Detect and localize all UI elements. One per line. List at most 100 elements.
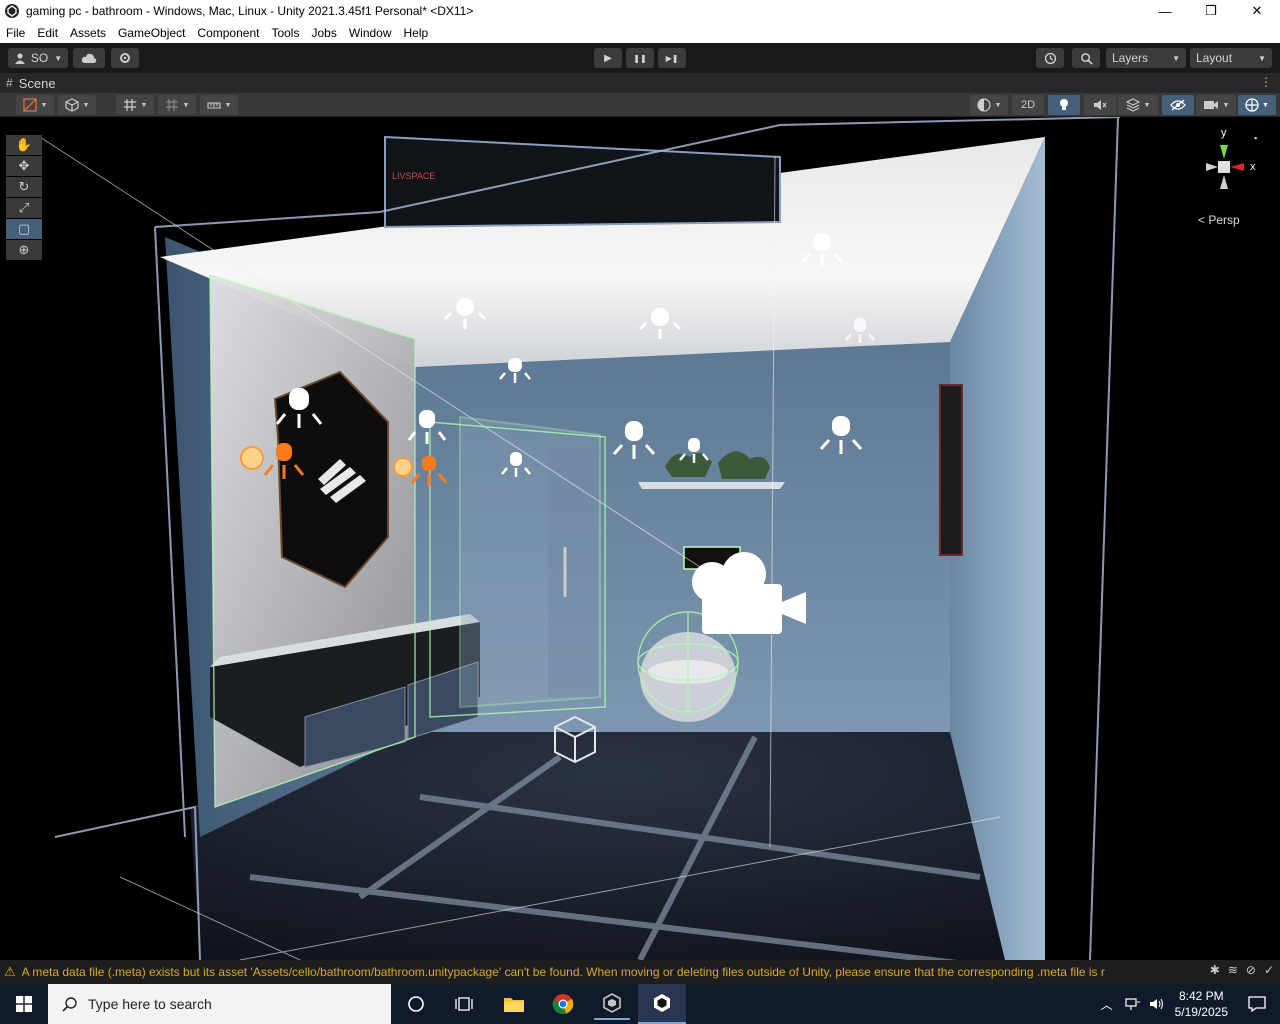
scene-tab-bar: # Scene ⋮: [0, 73, 1280, 93]
step-button[interactable]: ▶❚: [658, 48, 686, 68]
layers-label: Layers: [1112, 51, 1149, 65]
gizmo-x-label: x: [1250, 161, 1256, 173]
camera-settings-dropdown[interactable]: ▼: [1196, 95, 1236, 115]
gizmos-dropdown[interactable]: ▼: [1238, 95, 1276, 115]
cube-icon: [64, 98, 79, 112]
collab-button[interactable]: [111, 48, 139, 68]
scene-visibility-toggle[interactable]: [1162, 95, 1194, 115]
toggle-2d-button[interactable]: 2D: [1012, 95, 1044, 115]
windows-logo-icon: [16, 996, 32, 1012]
pause-button[interactable]: ❚❚: [626, 48, 654, 68]
menu-gameobject[interactable]: GameObject: [112, 26, 191, 40]
chevron-down-icon: ▼: [82, 101, 90, 109]
move-tool[interactable]: ✥: [6, 156, 42, 176]
render-mode-dropdown[interactable]: ▼: [970, 95, 1008, 115]
menu-tools[interactable]: Tools: [265, 26, 305, 40]
gizmo-y-label: y: [1221, 127, 1227, 139]
layout-dropdown[interactable]: Layout ▼: [1190, 48, 1272, 68]
draw-mode-dropdown[interactable]: ▼: [16, 95, 54, 115]
ruler-snap-dropdown[interactable]: ▼: [200, 95, 238, 115]
menu-edit[interactable]: Edit: [31, 26, 64, 40]
menu-assets[interactable]: Assets: [64, 26, 112, 40]
chevron-down-icon: ▼: [182, 101, 190, 109]
menu-jobs[interactable]: Jobs: [305, 26, 342, 40]
taskbar-search-box[interactable]: Type here to search: [48, 984, 391, 1024]
rotate-tool[interactable]: ↻: [6, 177, 42, 197]
chrome-button[interactable]: [545, 988, 581, 1020]
lighting-toggle[interactable]: [1048, 95, 1080, 115]
effects-dropdown[interactable]: ▼: [1118, 95, 1158, 115]
chevron-down-icon: ▼: [1172, 53, 1180, 63]
main-toolbar: SO ▼ ▶ ❚❚ ▶❚ Layers ▼ Layout ▼: [0, 43, 1280, 73]
unity-editor-button[interactable]: [638, 984, 686, 1024]
start-button[interactable]: [0, 984, 48, 1024]
close-button[interactable]: ✕: [1234, 0, 1280, 22]
menu-component[interactable]: Component: [191, 26, 265, 40]
chevron-down-icon: ▼: [140, 101, 148, 109]
cortana-circle-icon: [408, 996, 424, 1012]
status-message: A meta data file (.meta) exists but its …: [21, 965, 1105, 979]
transform-tool[interactable]: ⊕: [6, 240, 42, 260]
cortana-button[interactable]: [400, 992, 432, 1016]
folder-icon: [504, 998, 524, 1012]
chevron-down-icon: ▼: [1258, 53, 1266, 63]
minimize-button[interactable]: —: [1142, 0, 1188, 22]
file-explorer-button[interactable]: [496, 988, 532, 1020]
speaker-muted-icon: [1094, 100, 1107, 110]
tab-options-icon[interactable]: ⋮: [1260, 75, 1272, 89]
grid-snap-dropdown[interactable]: ▼: [116, 95, 154, 115]
task-view-button[interactable]: [448, 992, 480, 1016]
maximize-button[interactable]: ❒: [1188, 0, 1234, 22]
layers-dropdown[interactable]: Layers ▼: [1106, 48, 1186, 68]
orientation-gizmo[interactable]: y x ▪: [1192, 127, 1272, 217]
account-dropdown[interactable]: SO ▼: [8, 48, 68, 68]
search-placeholder: Type here to search: [88, 996, 212, 1012]
chevron-down-icon: ▼: [1143, 101, 1151, 109]
chevron-down-icon: ▼: [1262, 101, 1269, 109]
check-icon[interactable]: ✓: [1264, 963, 1274, 977]
projection-toggle[interactable]: < Persp: [1198, 213, 1240, 227]
lock-icon[interactable]: ▪: [1254, 133, 1257, 143]
network-icon[interactable]: [1125, 997, 1141, 1011]
cloud-icon: [81, 53, 97, 63]
warning-icon: ⚠: [4, 964, 16, 979]
chevron-up-icon[interactable]: ︿: [1101, 996, 1113, 1013]
gear-icon: [120, 53, 130, 63]
notifications-icon[interactable]: [1248, 996, 1266, 1012]
sign-text: LIVSPACE: [392, 171, 435, 181]
window-frame: [384, 135, 781, 229]
menu-window[interactable]: Window: [343, 26, 398, 40]
chevron-down-icon: ▼: [224, 101, 232, 109]
unity-hub-button[interactable]: [594, 988, 630, 1020]
draw-mode-icon: [22, 98, 37, 112]
audio-toggle[interactable]: [1084, 95, 1116, 115]
axis-gizmo-icon: [1206, 145, 1244, 189]
volume-icon[interactable]: [1149, 997, 1165, 1011]
unity-logo-icon: [5, 4, 19, 18]
tab-scene[interactable]: # Scene: [6, 73, 56, 93]
menu-file[interactable]: File: [0, 26, 31, 40]
scene-viewport[interactable]: LIVSPACE ✋ ✥ ↻ ⤢ ▢ ⊕ y x ▪ < Persp: [0, 117, 1280, 960]
progress-icon[interactable]: ≋: [1228, 963, 1238, 977]
layers-stack-icon: [1125, 98, 1140, 112]
play-button[interactable]: ▶: [594, 48, 622, 68]
menu-help[interactable]: Help: [398, 26, 435, 40]
scale-tool[interactable]: ⤢: [6, 198, 42, 218]
chevron-down-icon: ▼: [1222, 101, 1230, 109]
cloud-button[interactable]: [73, 48, 105, 68]
search-button[interactable]: [1072, 48, 1100, 68]
debug-icon[interactable]: ✱: [1210, 963, 1220, 977]
increment-snap-dropdown[interactable]: ▼: [158, 95, 196, 115]
hand-tool[interactable]: ✋: [6, 135, 42, 155]
sphere-shading-icon: [976, 98, 991, 112]
undo-history-button[interactable]: [1036, 48, 1064, 68]
rect-tool[interactable]: ▢: [6, 219, 42, 239]
clock[interactable]: 8:42 PM 5/19/2025: [1175, 988, 1228, 1020]
scene-grid-icon: #: [6, 76, 13, 90]
unity-hub-icon: [603, 993, 621, 1013]
shading-dropdown[interactable]: ▼: [58, 95, 96, 115]
status-bar[interactable]: ⚠ A meta data file (.meta) exists but it…: [0, 960, 1280, 984]
wall-art: [939, 384, 963, 556]
network-icon[interactable]: ⊘: [1246, 963, 1256, 977]
chevron-down-icon: ▼: [54, 53, 63, 63]
